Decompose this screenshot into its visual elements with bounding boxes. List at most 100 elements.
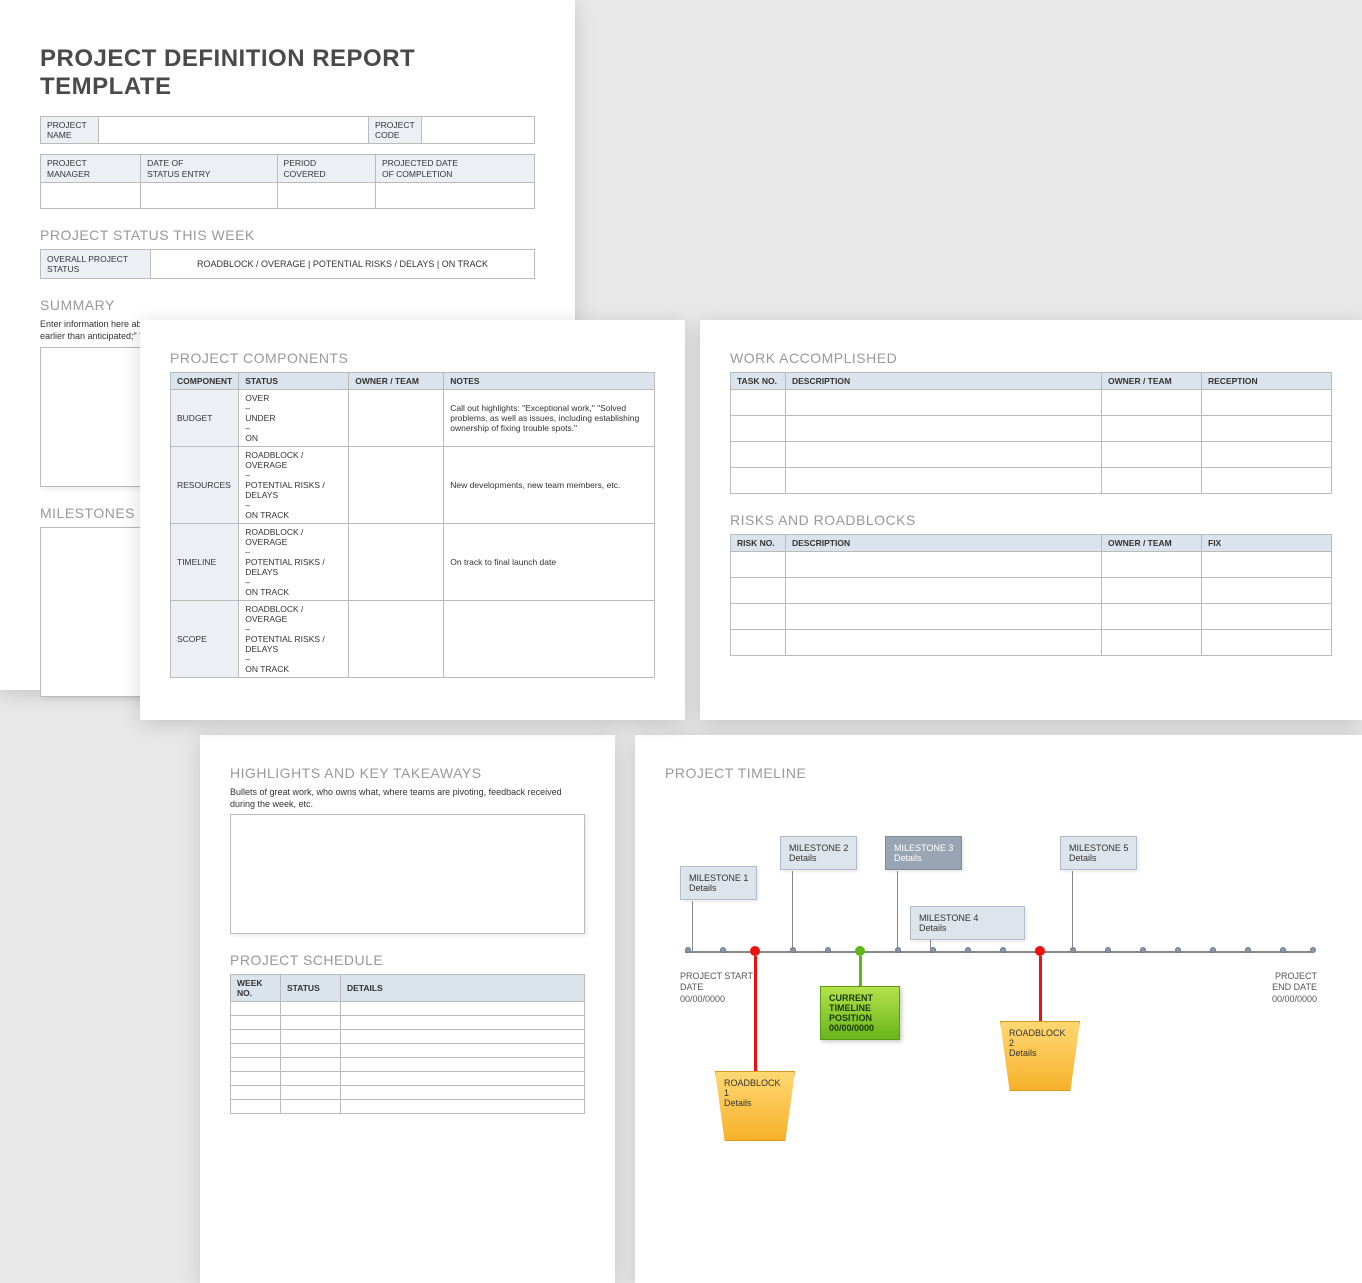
milestone-box-2: MILESTONE 2 Details (780, 836, 857, 870)
roadblock-stem-icon (754, 956, 757, 1076)
axis-end-label: PROJECT END DATE 00/00/0000 (1272, 971, 1317, 1005)
header-table-1: PROJECT NAME PROJECT CODE (40, 116, 535, 144)
component-notes[interactable]: On track to final launch date (444, 524, 655, 601)
col-reception: RECEPTION (1202, 373, 1332, 390)
tick-icon (1070, 947, 1076, 953)
current-dot-icon (855, 946, 865, 956)
table-row[interactable] (231, 1002, 585, 1016)
header-table-2: PROJECT MANAGER DATE OF STATUS ENTRY PER… (40, 154, 535, 208)
highlights-note: Bullets of great work, who owns what, wh… (230, 787, 585, 810)
schedule-heading: PROJECT SCHEDULE (230, 952, 585, 968)
col-owner: OWNER / TEAM (1102, 535, 1202, 552)
page-4: HIGHLIGHTS AND KEY TAKEAWAYS Bullets of … (200, 735, 615, 1283)
project-name-value[interactable] (99, 117, 369, 144)
roadblock-box-1: ROADBLOCK 1 Details (715, 1071, 795, 1141)
highlights-box[interactable] (230, 814, 585, 934)
milestone-box-4: MILESTONE 4 Details (910, 906, 1025, 940)
tick-icon (1175, 947, 1181, 953)
table-row[interactable] (731, 552, 1332, 578)
work-heading: WORK ACCOMPLISHED (730, 350, 1332, 366)
component-notes[interactable]: New developments, new team members, etc. (444, 447, 655, 524)
component-name: RESOURCES (171, 447, 239, 524)
component-status[interactable]: ROADBLOCK / OVERAGE – POTENTIAL RISKS / … (239, 524, 349, 601)
table-row[interactable] (731, 442, 1332, 468)
page-3: WORK ACCOMPLISHED TASK NO. DESCRIPTION O… (700, 320, 1362, 720)
current-position-box: CURRENT TIMELINE POSITION 00/00/0000 (820, 986, 900, 1040)
component-notes[interactable]: Call out highlights: "Exceptional work,"… (444, 390, 655, 447)
project-code-label: PROJECT CODE (369, 117, 422, 144)
component-notes[interactable] (444, 601, 655, 678)
col-notes: NOTES (444, 373, 655, 390)
page-5: PROJECT TIMELINE MILESTONE 1 Details MIL… (635, 735, 1362, 1283)
table-row[interactable] (231, 1058, 585, 1072)
table-row[interactable] (731, 604, 1332, 630)
table-row: SCOPE ROADBLOCK / OVERAGE – POTENTIAL RI… (171, 601, 655, 678)
col-status: STATUS (281, 975, 341, 1002)
project-code-value[interactable] (421, 117, 534, 144)
component-name: BUDGET (171, 390, 239, 447)
table-row[interactable] (731, 390, 1332, 416)
col-weekno: WEEK NO. (231, 975, 281, 1002)
risks-heading: RISKS AND ROADBLOCKS (730, 512, 1332, 528)
col-details: DETAILS (341, 975, 585, 1002)
roadblock-dot-icon (750, 946, 760, 956)
table-row[interactable] (231, 1016, 585, 1030)
date-entry-value[interactable] (141, 182, 277, 208)
work-table: TASK NO. DESCRIPTION OWNER / TEAM RECEPT… (730, 372, 1332, 494)
col-status: STATUS (239, 373, 349, 390)
table-row[interactable] (231, 1072, 585, 1086)
table-row[interactable] (731, 468, 1332, 494)
milestone-label: MILESTONE 2 (789, 843, 848, 853)
risks-table: RISK NO. DESCRIPTION OWNER / TEAM FIX (730, 534, 1332, 656)
component-status[interactable]: ROADBLOCK / OVERAGE – POTENTIAL RISKS / … (239, 601, 349, 678)
table-row[interactable] (231, 1086, 585, 1100)
milestone-box-5: MILESTONE 5 Details (1060, 836, 1137, 870)
col-desc: DESCRIPTION (786, 373, 1102, 390)
stem-icon (1072, 871, 1073, 951)
milestone-detail: Details (919, 923, 947, 933)
stem-icon (692, 901, 693, 951)
table-row[interactable] (731, 630, 1332, 656)
component-owner[interactable] (349, 447, 444, 524)
components-table: COMPONENT STATUS OWNER / TEAM NOTES BUDG… (170, 372, 655, 678)
tick-icon (1000, 947, 1006, 953)
stem-icon (897, 871, 898, 951)
proj-date-value[interactable] (375, 182, 534, 208)
component-status[interactable]: OVER – UNDER – ON (239, 390, 349, 447)
tick-icon (1105, 947, 1111, 953)
milestone-label: MILESTONE 3 (894, 843, 953, 853)
overall-status-options[interactable]: ROADBLOCK / OVERAGE | POTENTIAL RISKS / … (151, 249, 535, 278)
component-owner[interactable] (349, 601, 444, 678)
table-row[interactable] (231, 1044, 585, 1058)
tick-icon (965, 947, 971, 953)
status-week-heading: PROJECT STATUS THIS WEEK (40, 227, 535, 243)
table-row[interactable] (731, 416, 1332, 442)
axis-start-label: PROJECT START DATE 00/00/0000 (680, 971, 753, 1005)
table-row[interactable] (231, 1100, 585, 1114)
col-fix: FIX (1202, 535, 1332, 552)
milestone-detail: Details (689, 883, 717, 893)
milestone-label: MILESTONE 4 (919, 913, 978, 923)
period-covered-value[interactable] (277, 182, 375, 208)
milestone-label: MILESTONE 5 (1069, 843, 1128, 853)
report-title: PROJECT DEFINITION REPORT TEMPLATE (40, 45, 535, 101)
project-name-label: PROJECT NAME (41, 117, 99, 144)
col-owner: OWNER / TEAM (1102, 373, 1202, 390)
roadblock-box-2: ROADBLOCK 2 Details (1000, 1021, 1080, 1091)
table-row[interactable] (731, 578, 1332, 604)
component-owner[interactable] (349, 524, 444, 601)
roadblock-dot-icon (1035, 946, 1045, 956)
milestone-detail: Details (894, 853, 922, 863)
milestone-box-1: MILESTONE 1 Details (680, 866, 757, 900)
table-row: TIMELINE ROADBLOCK / OVERAGE – POTENTIAL… (171, 524, 655, 601)
col-owner: OWNER / TEAM (349, 373, 444, 390)
table-row[interactable] (231, 1030, 585, 1044)
stem-icon (792, 871, 793, 951)
roadblock-stem-icon (1039, 956, 1042, 1026)
tick-icon (1140, 947, 1146, 953)
project-manager-value[interactable] (41, 182, 141, 208)
tick-icon (1210, 947, 1216, 953)
component-owner[interactable] (349, 390, 444, 447)
timeline-axis (685, 951, 1312, 953)
component-status[interactable]: ROADBLOCK / OVERAGE – POTENTIAL RISKS / … (239, 447, 349, 524)
